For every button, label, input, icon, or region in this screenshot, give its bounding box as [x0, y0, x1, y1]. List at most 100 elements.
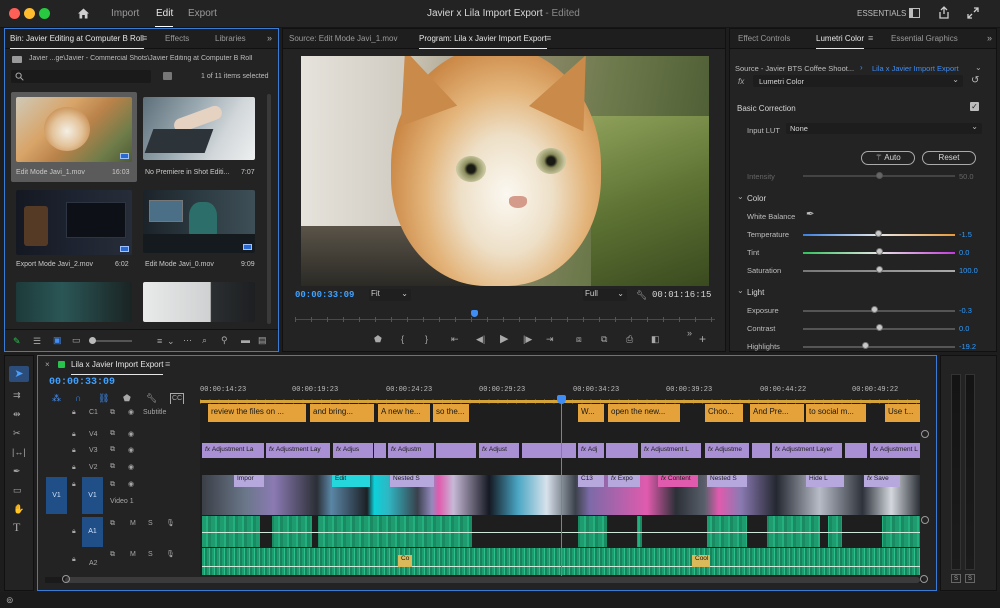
lumetri-source-label[interactable]: Source - Javier BTS Coffee Shoot...: [735, 64, 854, 73]
video-clip[interactable]: Hide L: [806, 475, 844, 487]
rectangle-tool-icon[interactable]: ▭: [13, 485, 22, 495]
more-icon[interactable]: »: [687, 328, 692, 338]
ripple-edit-tool-icon[interactable]: ⇹: [13, 409, 21, 419]
video-clip[interactable]: Edit: [332, 475, 370, 487]
close-tab-icon[interactable]: ×: [45, 360, 50, 370]
tab-libraries[interactable]: Libraries: [215, 34, 246, 43]
video-clip[interactable]: fx Content: [658, 475, 698, 487]
eye-icon[interactable]: ◉: [128, 446, 134, 454]
eye-icon[interactable]: ◉: [128, 430, 134, 438]
adjustment-clip[interactable]: [522, 443, 576, 458]
lock-icon[interactable]: 🔒︎: [72, 431, 76, 439]
video-clip[interactable]: fx Save: [864, 475, 900, 487]
tab-lumetri-color[interactable]: Lumetri Color: [816, 34, 865, 49]
mark-out-icon[interactable]: }: [425, 334, 428, 344]
playhead-marker[interactable]: [471, 310, 478, 317]
video-clip[interactable]: Nested S: [707, 475, 747, 487]
adjustment-clip[interactable]: [752, 443, 770, 458]
tab-effects[interactable]: Effects: [165, 34, 189, 43]
subtitle-clip[interactable]: Choo...: [705, 404, 743, 422]
highlights-slider[interactable]: [803, 346, 955, 348]
lumetri-sequence-label[interactable]: Lila x Javier Import Export: [872, 64, 959, 73]
video-clip[interactable]: Nested S: [390, 475, 434, 487]
zoom-slider[interactable]: [89, 337, 132, 344]
lock-icon[interactable]: 🔒︎: [72, 409, 76, 417]
temperature-knob[interactable]: [875, 230, 882, 237]
source-patch-v1[interactable]: V1: [46, 477, 67, 514]
step-forward-icon[interactable]: |▶: [523, 334, 532, 344]
exposure-slider[interactable]: [803, 310, 955, 312]
timeline-horizontal-scrollbar[interactable]: [45, 577, 923, 583]
monitor-scrubber[interactable]: [295, 310, 715, 322]
chevron-down-icon[interactable]: ⌄: [737, 192, 744, 201]
thumbnail-partial-1[interactable]: [16, 282, 132, 322]
tab-effect-controls[interactable]: Effect Controls: [738, 34, 790, 43]
sync-icon[interactable]: ⧉: [110, 463, 115, 471]
extract-icon[interactable]: ⧉: [601, 334, 607, 344]
add-button-icon[interactable]: +: [699, 333, 706, 345]
exposure-knob[interactable]: [871, 306, 878, 313]
sync-icon[interactable]: ⧉: [110, 446, 115, 454]
lock-icon[interactable]: 🔒︎: [72, 556, 76, 564]
lock-icon[interactable]: 🔒︎: [72, 528, 76, 536]
video-clip[interactable]: fx Expo: [608, 475, 640, 487]
wrench-icon[interactable]: 🔧︎: [636, 290, 647, 300]
zoom-select[interactable]: Fit ⌄: [369, 289, 411, 301]
more-panels-icon[interactable]: »: [987, 33, 992, 43]
thumbnail-desk-hand[interactable]: [143, 97, 255, 160]
reset-button[interactable]: Reset: [922, 151, 976, 165]
thumbnail-kitten[interactable]: [16, 97, 132, 162]
go-to-in-icon[interactable]: ⇤: [451, 334, 459, 344]
mark-in-icon[interactable]: {: [401, 334, 404, 344]
list-view-icon[interactable]: ☰: [33, 336, 41, 346]
tab-bin[interactable]: Bin: Javier Editing at Computer B Roll: [10, 34, 144, 49]
chevron-down-icon[interactable]: ⌄: [975, 63, 982, 72]
video-clip[interactable]: C13: [578, 475, 604, 487]
type-tool-icon[interactable]: T: [13, 521, 20, 533]
subtitle-clip[interactable]: to social m...: [806, 404, 866, 422]
program-timecode[interactable]: 00:00:33:09: [295, 290, 354, 300]
adjustment-clip[interactable]: fx Adjustment La: [202, 443, 264, 458]
slip-tool-icon[interactable]: |↔|: [12, 447, 26, 457]
more-panels-icon[interactable]: »: [267, 33, 272, 43]
hand-tool-icon[interactable]: ✋: [13, 504, 24, 514]
menu-icon[interactable]: ≡: [142, 33, 147, 43]
zoom-handle-right[interactable]: [920, 575, 928, 583]
mute-button[interactable]: M: [130, 520, 136, 527]
tint-value[interactable]: 0.0: [959, 248, 969, 257]
sync-icon[interactable]: ⧉: [110, 409, 115, 417]
intensity-value[interactable]: 50.0: [959, 172, 974, 181]
sync-icon[interactable]: ⧉: [110, 520, 115, 528]
adjustment-clip[interactable]: [606, 443, 638, 458]
tab-essential-graphics[interactable]: Essential Graphics: [891, 34, 958, 43]
thumbnail-partial-2[interactable]: [143, 282, 255, 322]
track-target-v1[interactable]: V1: [82, 477, 103, 514]
eye-icon[interactable]: ◉: [128, 463, 134, 471]
timeline-timecode[interactable]: 00:00:33:09: [49, 377, 115, 388]
contrast-knob[interactable]: [876, 324, 883, 331]
light-section-heading[interactable]: Light: [747, 288, 764, 297]
microphone-icon[interactable]: 🎙︎: [166, 550, 175, 558]
menu-icon[interactable]: ≡: [165, 359, 170, 369]
selection-tool-icon[interactable]: ➤: [9, 366, 29, 382]
workspace-edit[interactable]: Edit: [156, 8, 173, 19]
solo-left-button[interactable]: S: [951, 574, 961, 583]
subtitle-clip[interactable]: A new he...: [378, 404, 430, 422]
track-target-a1[interactable]: A1: [82, 517, 103, 547]
resolution-select[interactable]: Full ⌄: [583, 289, 627, 301]
adjustment-clip[interactable]: fx Adjust: [479, 443, 519, 458]
zoom-handle-left[interactable]: [62, 575, 70, 583]
go-to-out-icon[interactable]: ⇥: [546, 334, 554, 344]
adjustment-clip[interactable]: fx Adjustment L: [641, 443, 701, 458]
lift-icon[interactable]: ⧈: [576, 334, 582, 344]
subtitle-clip[interactable]: Use t...: [885, 404, 920, 422]
fx-select[interactable]: Lumetri Color ⌄: [753, 75, 963, 87]
intensity-knob[interactable]: [876, 172, 883, 179]
timeline-playhead[interactable]: [561, 395, 562, 576]
auto-button[interactable]: ⚚ Auto: [861, 151, 915, 165]
sort-icon[interactable]: ≡: [157, 336, 162, 346]
automate-to-sequence-icon[interactable]: ⋯: [183, 335, 192, 345]
audio-transition-clip[interactable]: Co: [398, 555, 412, 567]
freeform-view-icon[interactable]: ▭: [72, 335, 81, 345]
home-icon[interactable]: [77, 7, 90, 20]
